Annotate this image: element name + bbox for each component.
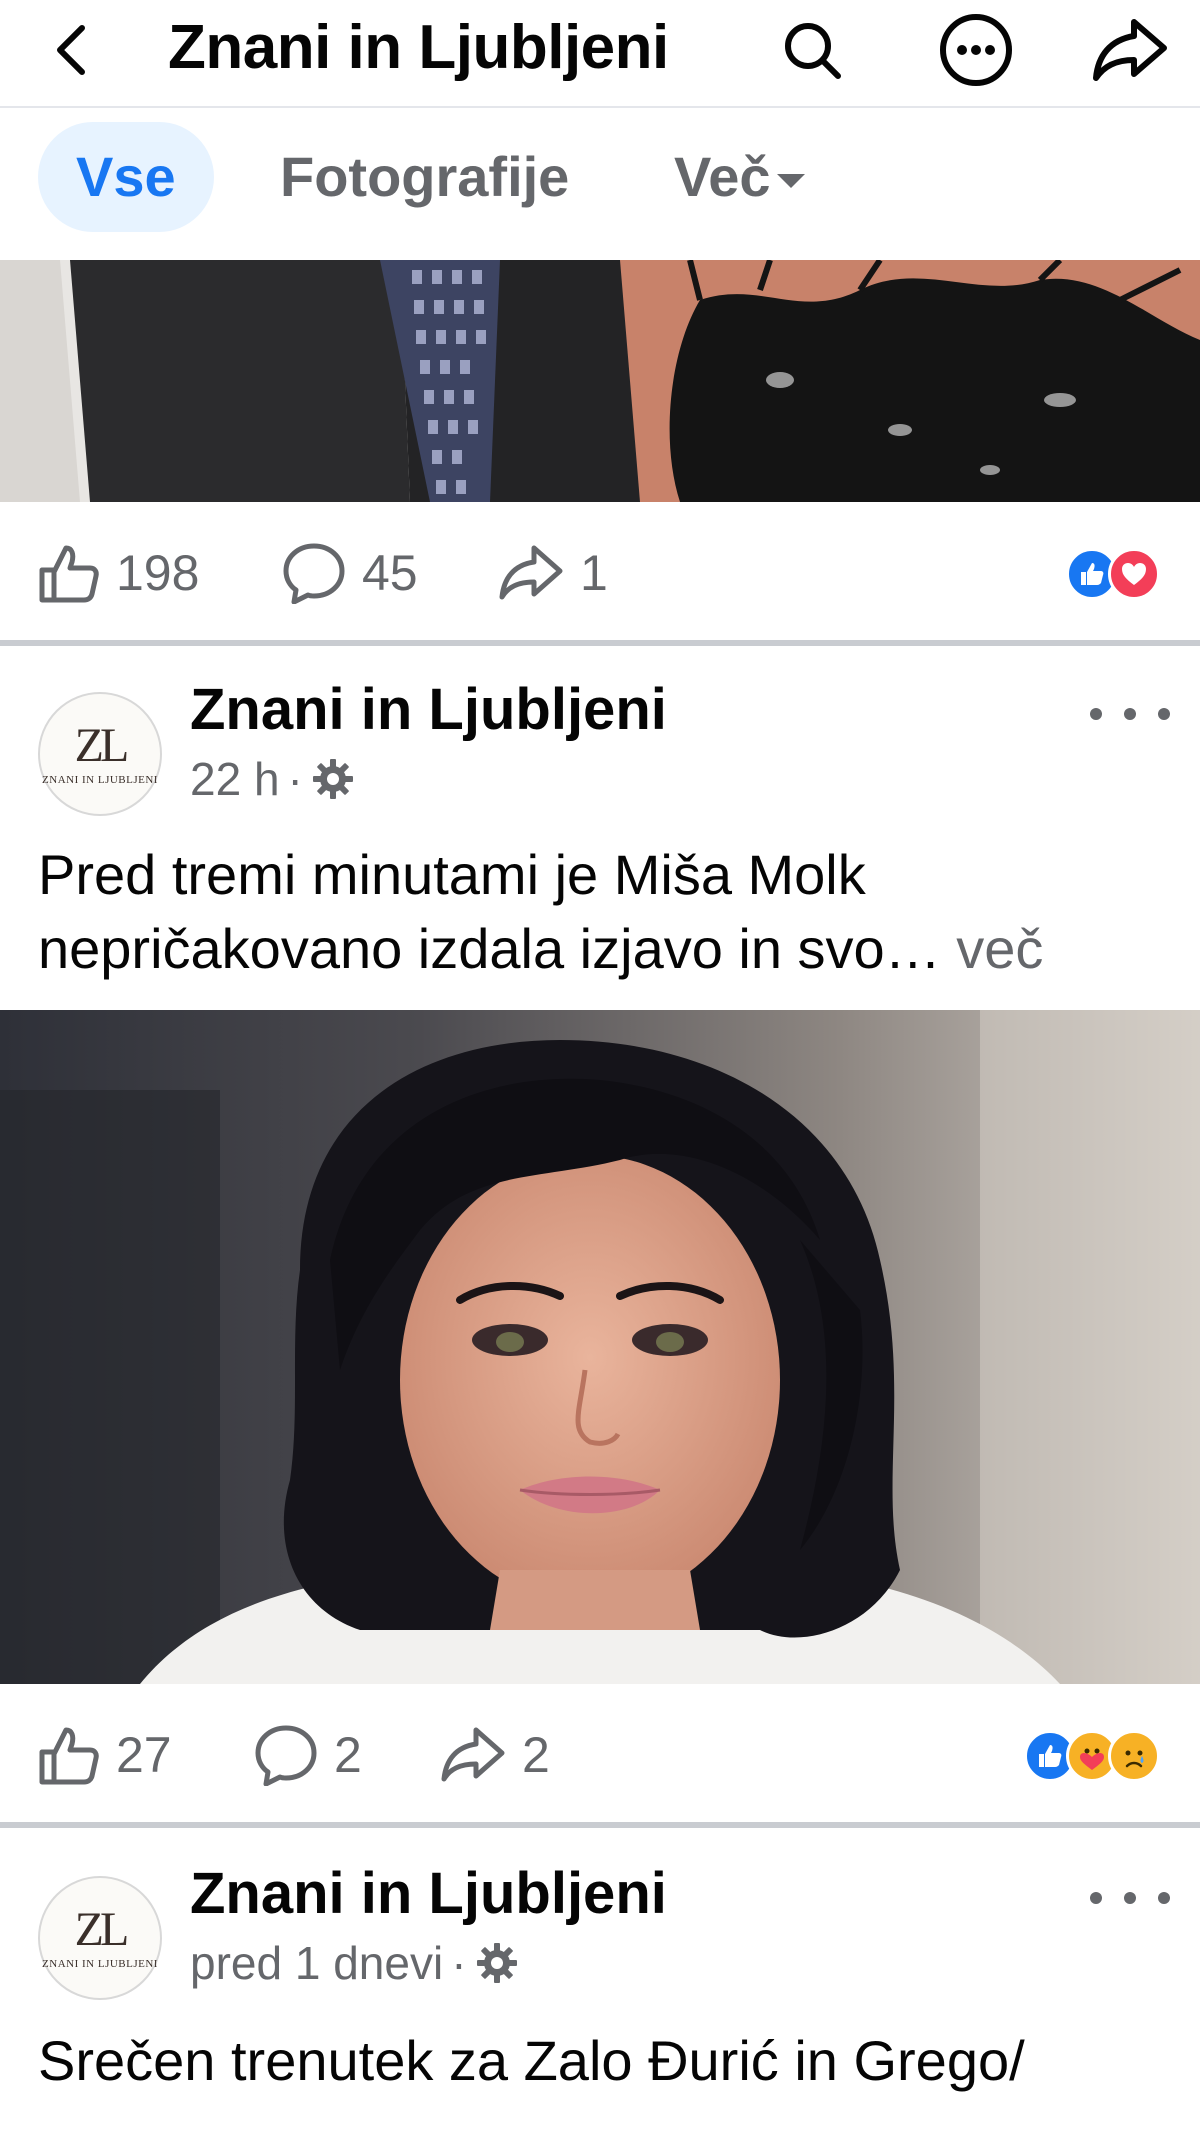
like-count: 198 [116,545,200,601]
tab-vec[interactable]: Več [674,122,805,232]
like-button[interactable]: 27 [38,1690,172,1820]
post-time[interactable]: pred 1 dnevi [190,1936,443,1990]
audience-settings-icon [312,759,353,799]
like-button[interactable]: 198 [38,508,199,638]
post-divider [0,640,1200,646]
tab-label: Več [674,145,771,208]
post-text[interactable]: Srečen trenutek za Zalo Đurić in Grego/ [38,2024,1178,2098]
tab-fotografije[interactable]: Fotografije [280,122,569,232]
meta-separator: · [287,753,303,805]
post-header: ZL ZNANI IN LJUBLJENI Znani in Ljubljeni… [0,1858,1200,2000]
love-reaction-icon [1108,548,1160,600]
sad-reaction-icon [1108,1730,1160,1782]
tab-label: Fotografije [280,145,570,208]
avatar-text: ZNANI IN LJUBLJENI [42,1958,158,1970]
share-icon [441,1727,505,1782]
share-icon [499,545,563,600]
see-more-link[interactable]: več [956,917,1043,980]
post-header: ZL ZNANI IN LJUBLJENI Znani in Ljubljeni… [0,674,1200,816]
page-avatar[interactable]: ZL ZNANI IN LJUBLJENI [38,692,162,816]
post-text-body: Pred tremi minutami je Miša Molk nepriča… [38,843,941,980]
avatar-monogram: ZL [74,719,130,772]
like-count: 27 [116,1727,172,1783]
share-count: 2 [522,1727,550,1783]
caret-down-icon [776,174,805,189]
share-button[interactable]: 2 [440,1690,550,1820]
comment-count: 45 [362,545,418,601]
meta-separator: · [451,1937,467,1989]
post-text-body: Srečen trenutek za Zalo Đurić in Grego/ [38,2029,1025,2092]
reaction-summary[interactable] [1024,1730,1160,1782]
page-name[interactable]: Znani in Ljubljeni [190,1860,667,1927]
post-meta: pred 1 dnevi · [190,1936,519,1990]
share-icon[interactable] [1090,10,1170,90]
page-header: Znani in Ljubljeni [0,0,1200,108]
comment-button[interactable]: 45 [282,508,418,638]
comment-icon [255,1725,317,1786]
page-title: Znani in Ljubljeni [168,13,669,82]
post-divider [0,1822,1200,1828]
tab-label: Vse [76,145,176,208]
post-image-previous[interactable] [0,260,1200,502]
tab-vse[interactable]: Vse [38,122,214,232]
share-count: 1 [580,545,608,601]
like-icon [39,1727,99,1785]
reaction-summary[interactable] [1066,548,1160,600]
post-meta: 22 h · [190,752,355,806]
avatar-monogram: ZL [74,1903,130,1956]
back-arrow-icon[interactable] [34,10,114,90]
audience-settings-icon [476,1943,517,1983]
more-options-icon[interactable] [936,10,1016,90]
post-options-icon[interactable] [1090,694,1170,734]
post-time[interactable]: 22 h [190,752,280,806]
like-icon [39,545,99,603]
share-button[interactable]: 1 [498,508,608,638]
filter-tabs: Vse Fotografije Več [0,110,1200,260]
comment-icon [283,543,345,604]
search-icon[interactable] [772,10,852,90]
avatar-text: ZNANI IN LJUBLJENI [42,774,158,786]
post-text[interactable]: Pred tremi minutami je Miša Molk nepriča… [38,838,1178,986]
comment-count: 2 [334,1727,362,1783]
post-actions: 27 2 2 [0,1690,1200,1820]
post-options-icon[interactable] [1090,1878,1170,1918]
comment-button[interactable]: 2 [254,1690,362,1820]
page-avatar[interactable]: ZL ZNANI IN LJUBLJENI [38,1876,162,2000]
post-image[interactable] [0,1010,1200,1684]
post-actions-previous: 198 45 1 [0,508,1200,638]
page-name[interactable]: Znani in Ljubljeni [190,676,667,743]
